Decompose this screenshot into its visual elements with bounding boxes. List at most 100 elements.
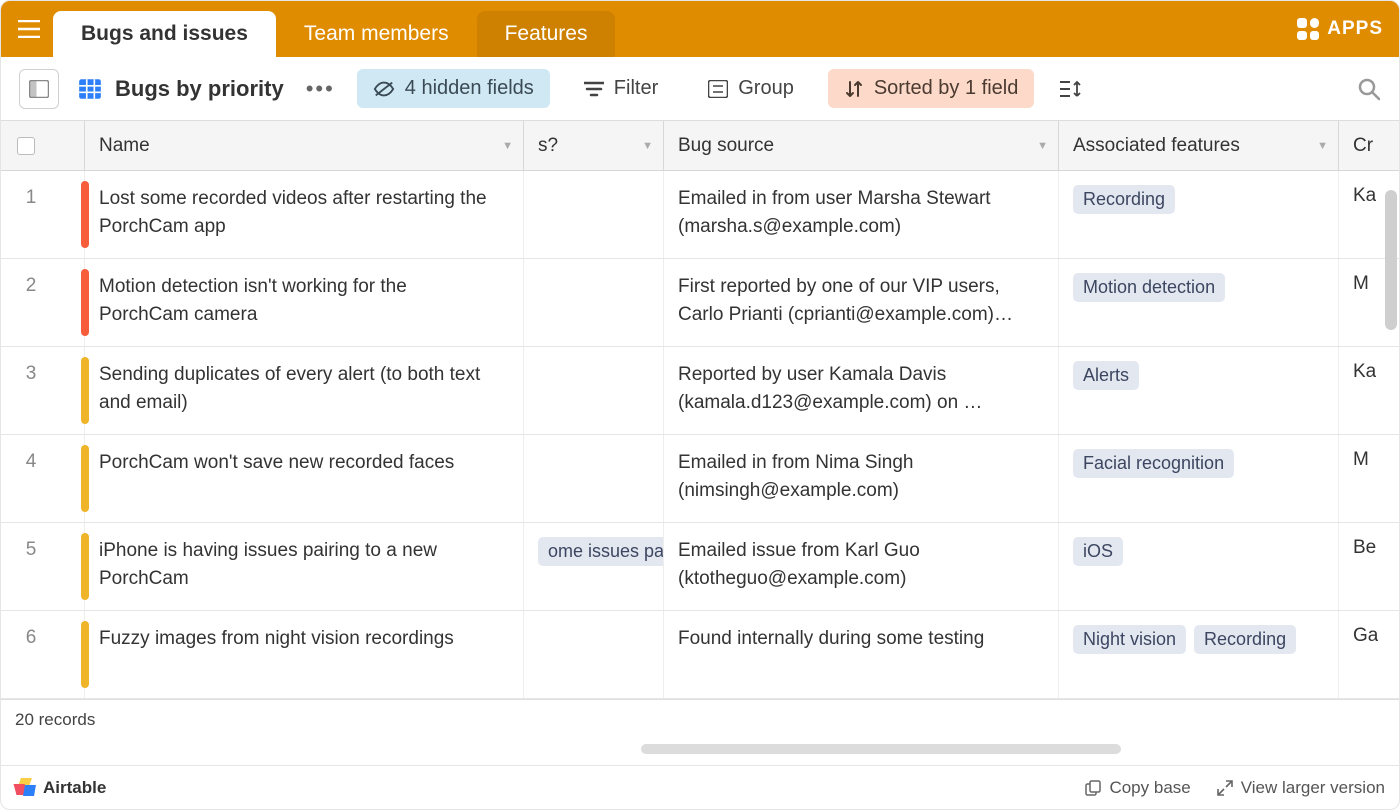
features-cell[interactable]: Facial recognition <box>1059 435 1339 522</box>
row-index-cell: 5 <box>1 523 84 610</box>
cr-cell[interactable]: Ga <box>1339 611 1399 698</box>
name-cell[interactable]: Sending duplicates of every alert (to bo… <box>84 347 524 434</box>
cr-cell[interactable]: M <box>1339 435 1399 522</box>
partial-cell[interactable] <box>524 611 664 698</box>
table-row[interactable]: 6 Fuzzy images from night vision recordin… <box>1 611 1399 699</box>
row-number: 1 <box>1 185 61 209</box>
features-cell[interactable]: Motion detection <box>1059 259 1339 346</box>
column-header-name[interactable]: Name▼ <box>84 121 524 170</box>
tag: ome issues pai <box>538 537 664 566</box>
hidden-fields-button[interactable]: 4 hidden fields <box>357 69 550 108</box>
view-larger-label: View larger version <box>1241 778 1385 798</box>
view-options-button[interactable]: ••• <box>302 76 339 102</box>
vertical-scrollbar[interactable] <box>1385 190 1397 330</box>
brand-label: Airtable <box>43 778 106 798</box>
tab-label: Bugs and issues <box>81 22 248 46</box>
column-label: Associated features <box>1073 135 1240 157</box>
airtable-logo[interactable]: Airtable <box>15 778 106 798</box>
sidebar-toggle-button[interactable] <box>19 69 59 109</box>
menu-icon[interactable] <box>9 9 49 49</box>
select-all-header[interactable] <box>1 121 84 170</box>
features-cell[interactable]: Alerts <box>1059 347 1339 434</box>
tab-label: Team members <box>304 22 449 46</box>
filter-icon <box>584 81 604 97</box>
group-label: Group <box>738 77 794 100</box>
row-index-cell: 6 <box>1 611 84 698</box>
group-button[interactable]: Group <box>692 69 810 108</box>
name-cell[interactable]: PorchCam won't save new recorded faces <box>84 435 524 522</box>
priority-indicator <box>81 533 89 600</box>
column-label: s? <box>538 135 558 157</box>
apps-icon <box>1297 18 1319 40</box>
partial-cell[interactable] <box>524 171 664 258</box>
tab-team-members[interactable]: Team members <box>276 11 477 57</box>
bug-source-cell[interactable]: Emailed issue from Karl Guo (ktotheguo@e… <box>664 523 1059 610</box>
search-button[interactable] <box>1357 77 1381 101</box>
feature-tag: Night vision <box>1073 625 1186 654</box>
name-cell[interactable]: iPhone is having issues pairing to a new… <box>84 523 524 610</box>
table-row[interactable]: 5iPhone is having issues pairing to a ne… <box>1 523 1399 611</box>
row-number: 6 <box>1 625 61 649</box>
row-index-cell: 3 <box>1 347 84 434</box>
row-number: 3 <box>1 361 61 385</box>
row-index-cell: 4 <box>1 435 84 522</box>
filter-button[interactable]: Filter <box>568 69 674 108</box>
horizontal-scrollbar[interactable] <box>1 739 1399 759</box>
row-height-button[interactable] <box>1052 71 1088 107</box>
name-cell[interactable]: Motion detection isn't working for the P… <box>84 259 524 346</box>
features-cell[interactable]: Night visionRecording <box>1059 611 1339 698</box>
priority-indicator <box>81 445 89 512</box>
table-row[interactable]: 3 Sending duplicates of every alert (to b… <box>1 347 1399 435</box>
column-label: Bug source <box>678 135 774 157</box>
column-header-partial[interactable]: s?▼ <box>524 121 664 170</box>
column-header-cr[interactable]: Cr <box>1339 121 1399 170</box>
table-row[interactable]: 1 Lost some recorded videos after restart… <box>1 171 1399 259</box>
tab-features[interactable]: Features <box>477 11 616 57</box>
grid-view-icon <box>77 76 103 102</box>
partial-cell[interactable] <box>524 435 664 522</box>
table-row[interactable]: 4 PorchCam won't save new recorded faces E… <box>1 435 1399 523</box>
filter-label: Filter <box>614 77 658 100</box>
hidden-fields-label: 4 hidden fields <box>405 77 534 100</box>
sort-button[interactable]: Sorted by 1 field <box>828 69 1035 108</box>
tab-label: Features <box>505 22 588 46</box>
expand-icon <box>1217 780 1233 796</box>
view-switcher[interactable]: Bugs by priority <box>77 76 284 102</box>
chevron-down-icon: ▼ <box>1037 140 1048 152</box>
row-number: 4 <box>1 449 61 473</box>
feature-tag: Motion detection <box>1073 273 1225 302</box>
row-index-cell: 2 <box>1 259 84 346</box>
apps-label: APPS <box>1327 18 1383 40</box>
partial-cell[interactable] <box>524 347 664 434</box>
column-header-bug-source[interactable]: Bug source ▼ <box>664 121 1059 170</box>
column-label: Name <box>99 135 150 157</box>
feature-tag: Alerts <box>1073 361 1139 390</box>
sort-label: Sorted by 1 field <box>874 77 1019 100</box>
features-cell[interactable]: Recording <box>1059 171 1339 258</box>
name-cell[interactable]: Fuzzy images from night vision recording… <box>84 611 524 698</box>
priority-indicator <box>81 621 89 688</box>
toolbar: Bugs by priority ••• 4 hidden fields Fil… <box>1 57 1399 121</box>
bug-source-cell[interactable]: Reported by user Kamala Davis (kamala.d1… <box>664 347 1059 434</box>
cr-cell[interactable]: Be <box>1339 523 1399 610</box>
apps-button[interactable]: APPS <box>1297 18 1383 40</box>
tabs: Bugs and issues Team members Features <box>53 1 615 57</box>
row-index-cell: 1 <box>1 171 84 258</box>
table-row[interactable]: 2Motion detection isn't working for the … <box>1 259 1399 347</box>
name-cell[interactable]: Lost some recorded videos after restarti… <box>84 171 524 258</box>
tab-bugs-and-issues[interactable]: Bugs and issues <box>53 11 276 57</box>
bug-source-cell[interactable]: First reported by one of our VIP users, … <box>664 259 1059 346</box>
features-cell[interactable]: iOS <box>1059 523 1339 610</box>
group-icon <box>708 80 728 98</box>
copy-base-button[interactable]: Copy base <box>1085 778 1190 798</box>
bug-source-cell[interactable]: Found internally during some testing <box>664 611 1059 698</box>
record-count: 20 records <box>1 699 1399 739</box>
bottombar: Airtable Copy base View larger version <box>1 765 1399 809</box>
view-larger-button[interactable]: View larger version <box>1217 778 1385 798</box>
cr-cell[interactable]: Ka <box>1339 347 1399 434</box>
partial-cell[interactable]: ome issues pai <box>524 523 664 610</box>
column-header-associated-features[interactable]: Associated features▼ <box>1059 121 1339 170</box>
bug-source-cell[interactable]: Emailed in from Nima Singh (nimsingh@exa… <box>664 435 1059 522</box>
partial-cell[interactable] <box>524 259 664 346</box>
bug-source-cell[interactable]: Emailed in from user Marsha Stewart (mar… <box>664 171 1059 258</box>
